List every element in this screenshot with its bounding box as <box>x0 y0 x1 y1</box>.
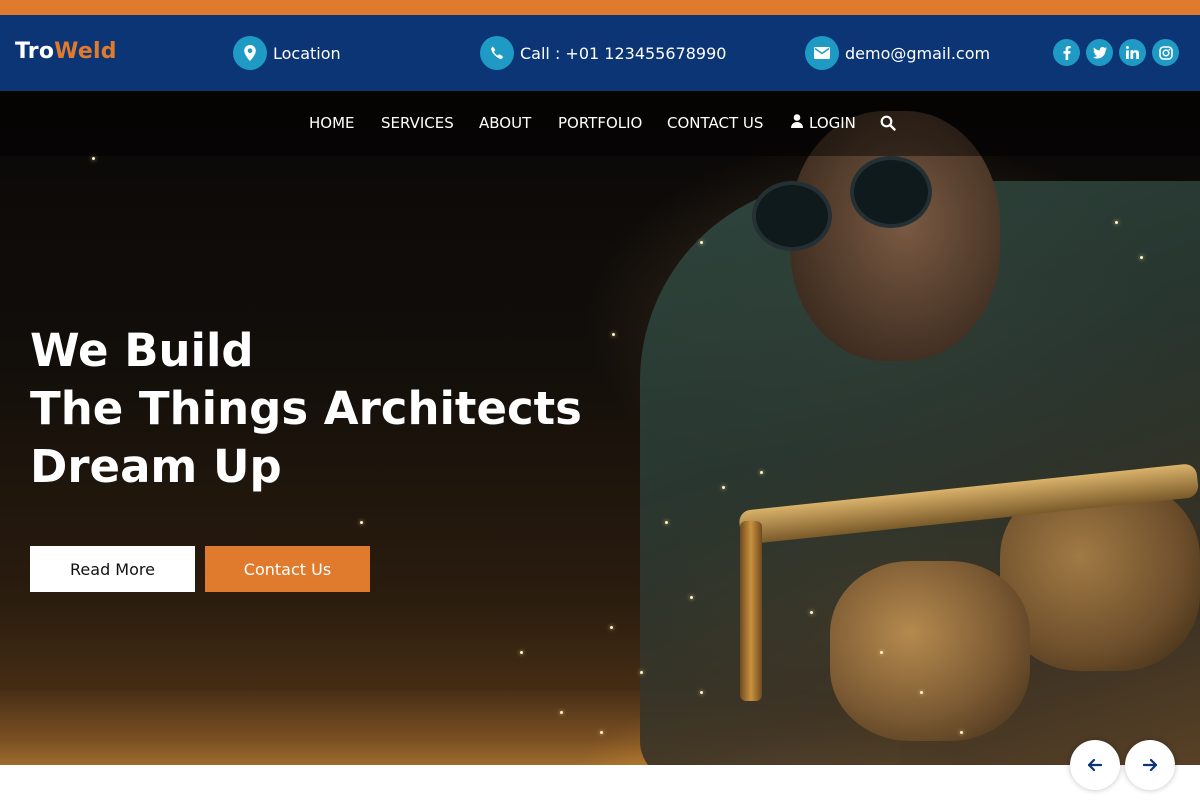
spark <box>1115 221 1118 224</box>
social-links <box>1053 39 1179 66</box>
hero-headline-line3: Dream Up <box>30 440 282 493</box>
spark <box>700 691 703 694</box>
phone-icon <box>480 36 514 70</box>
search-icon[interactable] <box>880 115 896 135</box>
map-pin-icon <box>233 36 267 70</box>
nav-services[interactable]: SERVICES <box>381 114 454 132</box>
header-email[interactable]: demo@gmail.com <box>805 36 990 70</box>
spark <box>960 731 963 734</box>
login-label: LOGIN <box>809 114 856 132</box>
spark <box>612 333 615 336</box>
spark <box>810 611 813 614</box>
email-text: demo@gmail.com <box>845 43 991 63</box>
read-more-button[interactable]: Read More <box>30 546 195 592</box>
instagram-icon[interactable] <box>1152 39 1179 66</box>
site-logo[interactable]: TroWeld <box>15 39 117 64</box>
envelope-icon <box>805 36 839 70</box>
main-navigation: HOME SERVICES ABOUT PORTFOLIO CONTACT US… <box>0 91 1200 156</box>
contact-us-button[interactable]: Contact Us <box>205 546 370 592</box>
spark <box>600 731 603 734</box>
spark <box>92 157 95 160</box>
spark <box>700 241 703 244</box>
spark <box>690 596 693 599</box>
linkedin-icon[interactable] <box>1119 39 1146 66</box>
logo-text-part1: Tro <box>15 39 55 64</box>
spark <box>760 471 763 474</box>
user-icon <box>791 114 803 132</box>
spark <box>722 486 725 489</box>
arrow-left-icon <box>1087 756 1103 775</box>
logo-text-part2: Weld <box>54 39 117 64</box>
call-text: Call : +01 123455678990 <box>520 43 727 63</box>
slider-next-button[interactable] <box>1125 740 1175 790</box>
spark <box>665 521 668 524</box>
slider-prev-button[interactable] <box>1070 740 1120 790</box>
spark <box>520 651 523 654</box>
spark <box>880 651 883 654</box>
hero-headline-line2: The Things Architects <box>30 382 582 435</box>
hero-image-glove-left <box>830 561 1030 741</box>
location-text: Location <box>273 43 341 63</box>
twitter-icon[interactable] <box>1086 39 1113 66</box>
top-header: TroWeld Location Call : +01 123455678990… <box>0 15 1200 91</box>
hero-headline-line1: We Build <box>30 324 254 377</box>
nav-about[interactable]: ABOUT <box>479 114 531 132</box>
spark <box>920 691 923 694</box>
hero-image-torch-nozzle <box>740 521 762 701</box>
nav-portfolio[interactable]: PORTFOLIO <box>558 114 642 132</box>
top-accent-strip <box>0 0 1200 15</box>
hero-image-goggle-right <box>850 156 932 228</box>
nav-login[interactable]: LOGIN <box>791 114 856 132</box>
nav-contact-us[interactable]: CONTACT US <box>667 114 763 132</box>
nav-home[interactable]: HOME <box>309 114 355 132</box>
spark <box>560 711 563 714</box>
spark <box>1140 256 1143 259</box>
spark <box>360 521 363 524</box>
hero-image-goggle-left <box>752 181 832 251</box>
hero-headline: We Build The Things Architects Dream Up <box>30 322 582 496</box>
header-call[interactable]: Call : +01 123455678990 <box>480 36 726 70</box>
spark <box>640 671 643 674</box>
spark <box>610 626 613 629</box>
facebook-icon[interactable] <box>1053 39 1080 66</box>
header-location[interactable]: Location <box>233 36 341 70</box>
arrow-right-icon <box>1142 756 1158 775</box>
